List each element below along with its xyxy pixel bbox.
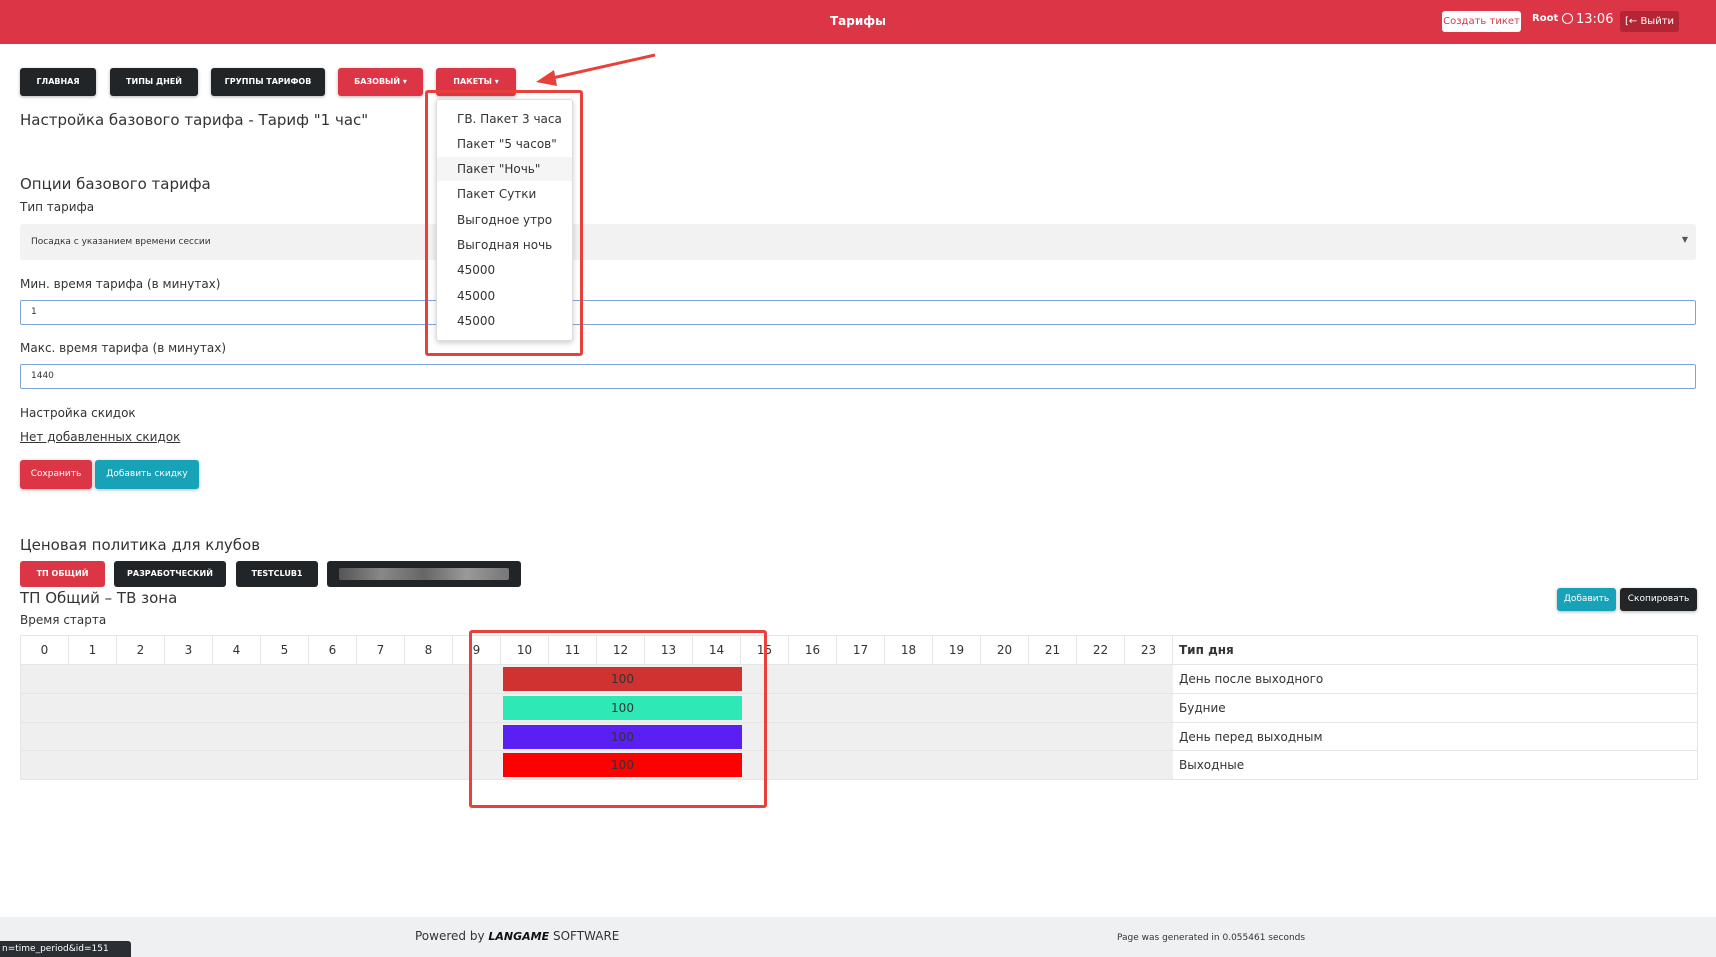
schedule-row: 100 День после выходного (21, 664, 1697, 693)
no-discounts-link[interactable]: Нет добавленных скидок (20, 430, 180, 444)
hour-header-20: 20 (981, 636, 1029, 664)
annotation-box-grid (469, 630, 767, 808)
clock-icon (1562, 13, 1573, 24)
day-type-label: День после выходного (1179, 672, 1324, 686)
schedule-row: 100 Выходные (21, 750, 1697, 779)
min-time-input[interactable]: 1 (20, 300, 1696, 325)
powered-by-text: Powered by (415, 929, 485, 943)
nav-tariff-groups-button[interactable]: ГРУППЫ ТАРИФОВ (211, 68, 325, 96)
day-type-header: Тип дня (1179, 643, 1234, 657)
max-time-input[interactable]: 1440 (20, 364, 1696, 389)
club-button-developer[interactable]: РАЗРАБОТЧЕСКИЙ (114, 561, 226, 587)
clock: 13:06 (1562, 12, 1613, 27)
page-title: Настройка базового тарифа - Тариф "1 час… (20, 111, 369, 129)
hour-header-22: 22 (1077, 636, 1125, 664)
hour-header-21: 21 (1029, 636, 1077, 664)
software-text: SOFTWARE (552, 929, 620, 943)
hour-header-2: 2 (117, 636, 165, 664)
hour-header-17: 17 (837, 636, 885, 664)
day-type-label: День перед выходным (1179, 730, 1323, 744)
max-time-label: Макс. время тарифа (в минутах) (20, 341, 227, 355)
day-type-label: Выходные (1179, 758, 1245, 772)
user-name[interactable]: Root (1532, 13, 1558, 24)
create-ticket-button[interactable]: Создать тикет (1442, 11, 1521, 32)
annotation-box-menu (425, 90, 583, 356)
start-time-label: Время старта (20, 613, 107, 627)
hour-header-4: 4 (213, 636, 261, 664)
tariff-type-select[interactable]: Посадка с указанием времени сессии ▼ (20, 224, 1696, 260)
save-button[interactable]: Сохранить (20, 460, 92, 489)
hour-header-16: 16 (789, 636, 837, 664)
tariff-type-value: Посадка с указанием времени сессии (31, 237, 211, 247)
options-heading: Опции базового тарифа (20, 175, 211, 193)
min-time-value: 1 (31, 307, 37, 317)
hour-header-7: 7 (357, 636, 405, 664)
status-bar-url: n=time_period&id=151 (0, 941, 131, 957)
hour-header-19: 19 (933, 636, 981, 664)
hour-header-18: 18 (885, 636, 933, 664)
annotation-arrow-icon (536, 53, 656, 86)
club-button-general[interactable]: ТП ОБЩИЙ (20, 561, 105, 587)
schedule-row: 100 День перед выходным (21, 722, 1697, 751)
logout-button[interactable]: [← Выйти (1620, 11, 1679, 32)
nav-main-button[interactable]: ГЛАВНАЯ (20, 68, 96, 96)
club-button-testclub1[interactable]: TESTCLUB1 (236, 561, 318, 587)
hour-header-5: 5 (261, 636, 309, 664)
logout-icon: [← (1624, 16, 1638, 27)
add-discount-button[interactable]: Добавить скидку (95, 460, 199, 489)
clock-time: 13:06 (1576, 12, 1614, 27)
hour-header-1: 1 (69, 636, 117, 664)
schedule-grid: 0 1 2 3 4 5 6 7 8 9 10 11 12 13 14 15 16… (20, 635, 1698, 780)
discounts-label: Настройка скидок (20, 406, 136, 420)
logout-label: Выйти (1640, 16, 1675, 27)
nav-day-types-button[interactable]: ТИПЫ ДНЕЙ (110, 68, 198, 96)
hour-header-0: 0 (21, 636, 69, 664)
powered-by: Powered by LANGAME SOFTWARE (415, 929, 619, 943)
brand-logo: LANGAME (488, 930, 550, 943)
blurred-label (339, 568, 509, 580)
schedule-row: 100 Будние (21, 693, 1697, 722)
copy-button[interactable]: Скопировать (1620, 588, 1697, 611)
zone-title: ТП Общий – ТВ зона (20, 589, 178, 607)
hour-header-23: 23 (1125, 636, 1173, 664)
clubs-heading: Ценовая политика для клубов (20, 536, 261, 554)
club-button-blurred[interactable] (327, 561, 521, 587)
footer: Powered by LANGAME SOFTWARE Page was gen… (0, 917, 1716, 957)
day-type-label: Будние (1179, 701, 1226, 715)
add-button[interactable]: Добавить (1557, 588, 1616, 611)
hour-header-3: 3 (165, 636, 213, 664)
generation-time: Page was generated in 0.055461 seconds (1117, 933, 1306, 943)
hour-header-8: 8 (405, 636, 453, 664)
top-bar: Тарифы Создать тикет Root 13:06 [← Выйти (0, 0, 1716, 44)
caret-down-icon: ▼ (1681, 235, 1688, 244)
min-time-label: Мин. время тарифа (в минутах) (20, 277, 221, 291)
hour-header-6: 6 (309, 636, 357, 664)
nav-basic-dropdown[interactable]: БАЗОВЫЙ ▾ (338, 68, 423, 96)
tariff-type-label: Тип тарифа (20, 200, 95, 214)
max-time-value: 1440 (31, 371, 54, 381)
